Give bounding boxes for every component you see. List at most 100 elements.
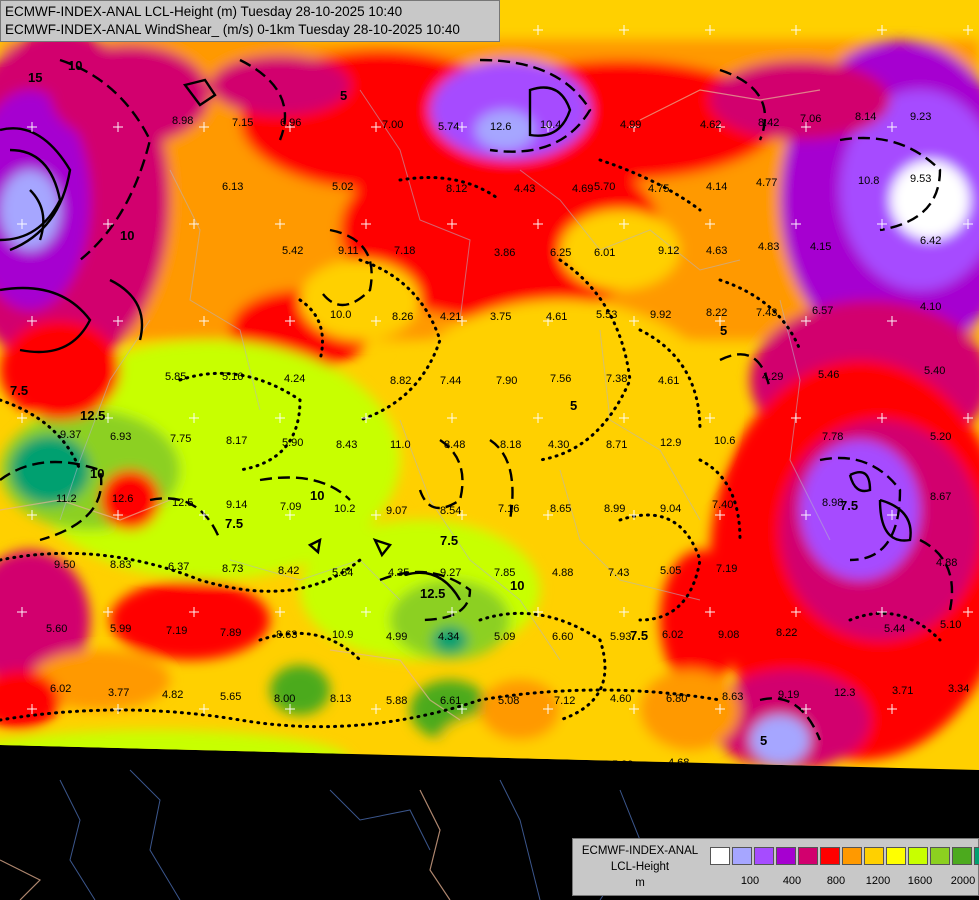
- station-value: 12.9: [660, 437, 681, 449]
- windshear-contour-label: 12.5: [80, 408, 105, 423]
- station-value: 6.37: [168, 561, 189, 573]
- station-value: 6.25: [550, 247, 571, 259]
- station-value: 5.08: [498, 695, 519, 707]
- windshear-contour-label: 10: [510, 578, 524, 593]
- station-value: 8.63: [722, 691, 743, 703]
- station-value: 8.22: [776, 627, 797, 639]
- station-value: 7.43: [608, 567, 629, 579]
- windshear-contour-label: 15: [28, 70, 42, 85]
- station-value: 7.18: [394, 245, 415, 257]
- station-value: 4.29: [762, 371, 783, 383]
- station-value: 5.85: [165, 371, 186, 383]
- windshear-contour-label: 7.5: [225, 516, 243, 531]
- station-value: 7.09: [280, 501, 301, 513]
- station-value: 10.0: [330, 309, 351, 321]
- station-value: 8.82: [390, 375, 411, 387]
- title-line-lcl: ECMWF-INDEX-ANAL LCL-Height (m) Tuesday …: [5, 4, 403, 19]
- station-value: 6.93: [110, 431, 131, 443]
- station-value: 4.43: [514, 183, 535, 195]
- station-value: 3.77: [108, 687, 129, 699]
- station-value: 8.26: [392, 311, 413, 323]
- legend-swatch: [930, 847, 950, 865]
- station-value: 7.85: [494, 567, 515, 579]
- windshear-contour-label: 7.5: [10, 383, 28, 398]
- station-value: 4.35: [388, 567, 409, 579]
- legend-swatch: [732, 847, 752, 865]
- station-value: 7.38: [606, 373, 627, 385]
- windshear-contour-label: 10: [310, 488, 324, 503]
- station-value: 11.0: [390, 439, 411, 451]
- station-value: 5.20: [930, 431, 951, 443]
- station-value: 6.01: [594, 247, 615, 259]
- station-value: 4.61: [658, 375, 679, 387]
- station-value: 10.4: [540, 119, 561, 131]
- station-value: 6.61: [440, 695, 461, 707]
- station-value: 12.6: [112, 493, 133, 505]
- windshear-contour-label: 5: [720, 323, 727, 338]
- station-value: 8.48: [444, 439, 465, 451]
- station-value: 4.61: [546, 311, 567, 323]
- station-value: 7.43: [756, 307, 777, 319]
- station-value: 8.42: [758, 117, 779, 129]
- station-value: 6.02: [50, 683, 71, 695]
- legend-swatch: [820, 847, 840, 865]
- station-value: 8.13: [330, 693, 351, 705]
- station-value: 4.77: [756, 177, 777, 189]
- station-value: 7.44: [440, 375, 461, 387]
- station-value: 4.63: [706, 245, 727, 257]
- station-value: 8.98: [822, 497, 843, 509]
- station-value: 4.14: [706, 181, 727, 193]
- station-value: 8.99: [604, 503, 625, 515]
- station-value: 4.30: [548, 439, 569, 451]
- station-value: 7.90: [496, 375, 517, 387]
- station-value: 5.09: [494, 631, 515, 643]
- legend-tick-label: 800: [826, 875, 846, 887]
- station-value: 5.90: [282, 437, 303, 449]
- legend-swatch: [798, 847, 818, 865]
- station-value: 8.14: [855, 111, 876, 123]
- station-value: 8.98: [172, 115, 193, 127]
- station-value: 6.13: [222, 181, 243, 193]
- station-value: 7.00: [382, 119, 403, 131]
- station-value: 9.92: [650, 309, 671, 321]
- station-value: 5.10: [940, 619, 961, 631]
- station-value: 7.78: [822, 431, 843, 443]
- station-value: 5.16: [222, 371, 243, 383]
- station-value: 4.69: [572, 183, 593, 195]
- windshear-contour-label: 10: [90, 466, 104, 481]
- station-value: 9.14: [226, 499, 247, 511]
- station-value: 4.75: [648, 183, 669, 195]
- station-value: 12.3: [834, 687, 855, 699]
- station-value: 5.20: [444, 759, 465, 771]
- station-value: 11.2: [56, 493, 77, 505]
- station-value: 2.98: [102, 749, 123, 761]
- station-value: 9.37: [60, 429, 81, 441]
- station-value: 10.8: [858, 175, 879, 187]
- station-value: 9.27: [440, 567, 461, 579]
- station-value: 6.02: [662, 629, 683, 641]
- station-value: 5.02: [332, 181, 353, 193]
- station-value: 4.99: [386, 631, 407, 643]
- windshear-contour-label: 5: [760, 733, 767, 748]
- station-value: 4.21: [440, 311, 461, 323]
- station-value: 9.53: [910, 173, 931, 185]
- legend-swatch: [842, 847, 862, 865]
- station-value: 3.71: [892, 685, 913, 697]
- station-value: 4.34: [438, 631, 459, 643]
- station-value: 5.60: [46, 623, 67, 635]
- legend-tick-label: 1200: [865, 875, 891, 887]
- legend-swatch: [864, 847, 884, 865]
- station-value: 4.66: [556, 759, 577, 771]
- station-value: 7.75: [170, 433, 191, 445]
- station-value: 5.53: [596, 309, 617, 321]
- legend-swatch: [710, 847, 730, 865]
- station-value: 8.71: [606, 439, 627, 451]
- station-value: 5.88: [386, 695, 407, 707]
- station-value: 9.08: [718, 629, 739, 641]
- station-value: 8.54: [440, 505, 461, 517]
- windshear-contour-label: 10: [68, 58, 82, 73]
- station-value: 8.42: [278, 565, 299, 577]
- station-value: 7.19: [716, 563, 737, 575]
- station-value: 6.42: [920, 235, 941, 247]
- station-value: 9.50: [54, 559, 75, 571]
